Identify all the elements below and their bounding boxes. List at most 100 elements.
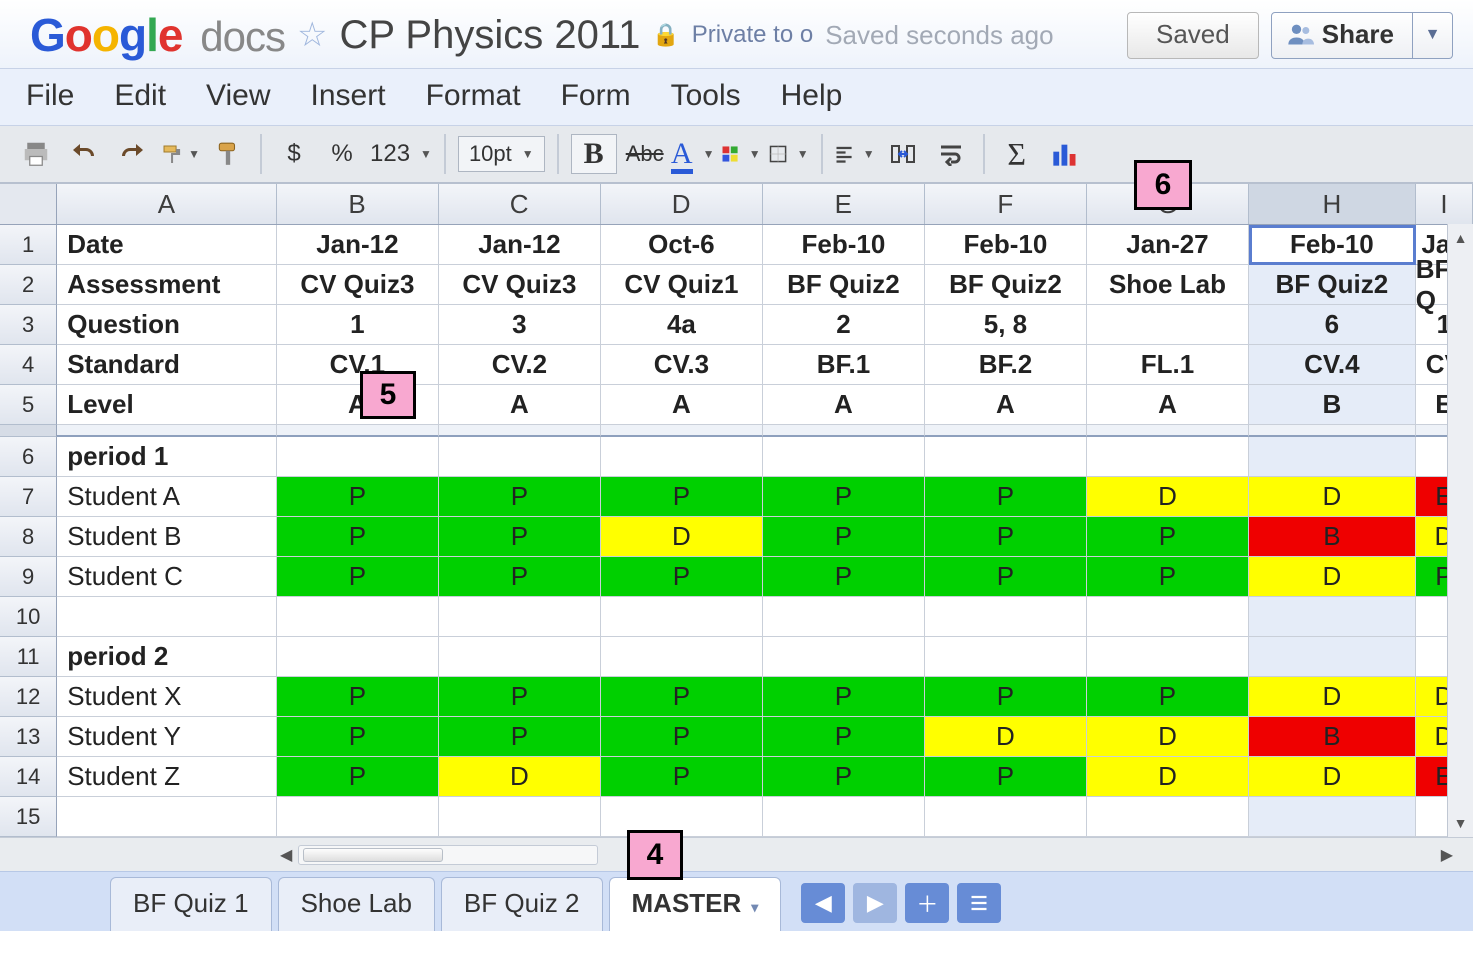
wrap-text-button[interactable]: [931, 134, 971, 174]
cell[interactable]: P: [925, 757, 1087, 797]
scroll-thumb[interactable]: [303, 848, 443, 862]
cell[interactable]: CV.2: [439, 345, 601, 385]
cell[interactable]: P: [277, 677, 439, 717]
cell[interactable]: D: [1249, 477, 1416, 517]
cell[interactable]: [1087, 637, 1249, 677]
cell[interactable]: Oct-6: [601, 225, 763, 265]
col-header-A[interactable]: A: [57, 184, 276, 224]
cell[interactable]: [1249, 797, 1416, 837]
cell[interactable]: [439, 597, 601, 637]
cell[interactable]: Student A: [57, 477, 277, 517]
row-header[interactable]: 12: [0, 677, 57, 717]
cell[interactable]: A: [439, 385, 601, 425]
paint-roller-icon[interactable]: [208, 134, 248, 174]
scroll-up-icon[interactable]: ▲: [1454, 230, 1468, 246]
cell[interactable]: [763, 637, 925, 677]
cell[interactable]: D: [925, 717, 1087, 757]
col-header-D[interactable]: D: [601, 184, 763, 224]
cell[interactable]: [763, 597, 925, 637]
saved-button[interactable]: Saved: [1127, 12, 1259, 59]
cell[interactable]: P: [439, 477, 601, 517]
menu-insert[interactable]: Insert: [311, 79, 386, 113]
cell[interactable]: Jan-12: [277, 225, 439, 265]
cell[interactable]: D: [1087, 757, 1249, 797]
cell[interactable]: P: [1087, 677, 1249, 717]
share-button[interactable]: Share: [1271, 12, 1413, 59]
all-sheets-button[interactable]: [957, 883, 1001, 923]
row-header[interactable]: 3: [0, 305, 57, 345]
row-header[interactable]: 8: [0, 517, 57, 557]
cell[interactable]: 2: [763, 305, 925, 345]
row-header[interactable]: 5: [0, 385, 57, 425]
cell[interactable]: [277, 597, 439, 637]
bold-button[interactable]: B: [571, 134, 617, 174]
cell[interactable]: Jan-27: [1087, 225, 1249, 265]
cell[interactable]: [277, 797, 439, 837]
cell[interactable]: [57, 797, 277, 837]
cell[interactable]: Shoe Lab: [1087, 265, 1249, 305]
row-header[interactable]: 6: [0, 437, 57, 477]
cell[interactable]: P: [763, 677, 925, 717]
strikethrough-button[interactable]: Abc: [625, 134, 665, 174]
cell[interactable]: [925, 597, 1087, 637]
row-header[interactable]: 2: [0, 265, 57, 305]
menu-tools[interactable]: Tools: [671, 79, 741, 113]
col-header-H[interactable]: H: [1249, 184, 1416, 224]
undo-icon[interactable]: [64, 134, 104, 174]
cell[interactable]: [1087, 797, 1249, 837]
cell[interactable]: A: [763, 385, 925, 425]
cell[interactable]: [763, 797, 925, 837]
row-header[interactable]: 4: [0, 345, 57, 385]
cell[interactable]: BF Quiz2: [925, 265, 1087, 305]
cell[interactable]: Standard: [57, 345, 277, 385]
cell[interactable]: [925, 797, 1087, 837]
cell[interactable]: [763, 437, 925, 477]
sheet-tab-active[interactable]: MASTER▾: [609, 877, 782, 931]
cell[interactable]: P: [277, 477, 439, 517]
cell[interactable]: Assessment: [57, 265, 277, 305]
cell[interactable]: A: [601, 385, 763, 425]
cell[interactable]: BF Quiz2: [763, 265, 925, 305]
cell[interactable]: Feb-10: [925, 225, 1087, 265]
row-header[interactable]: 7: [0, 477, 57, 517]
cell[interactable]: 5, 8: [925, 305, 1087, 345]
vertical-scrollbar[interactable]: ▲ ▼: [1447, 224, 1473, 837]
cell[interactable]: [1087, 597, 1249, 637]
col-header-C[interactable]: C: [439, 184, 601, 224]
merge-cells-button[interactable]: [883, 134, 923, 174]
cell[interactable]: [1249, 637, 1416, 677]
row-header[interactable]: 14: [0, 757, 57, 797]
freeze-handle[interactable]: [0, 425, 57, 437]
text-color-dropdown[interactable]: A▼: [673, 134, 713, 174]
cell[interactable]: [1087, 305, 1249, 345]
cell[interactable]: [601, 637, 763, 677]
cell[interactable]: P: [601, 757, 763, 797]
cell[interactable]: Feb-10: [763, 225, 925, 265]
cell[interactable]: Date: [57, 225, 277, 265]
cell[interactable]: P: [1087, 517, 1249, 557]
cell[interactable]: [439, 437, 601, 477]
col-header-I[interactable]: I: [1416, 184, 1473, 224]
sheet-tab[interactable]: BF Quiz 2: [441, 877, 603, 931]
cell[interactable]: D: [1249, 557, 1416, 597]
cell[interactable]: P: [601, 477, 763, 517]
percent-button[interactable]: %: [322, 134, 362, 174]
cell[interactable]: CV.4: [1249, 345, 1416, 385]
cell[interactable]: P: [439, 717, 601, 757]
cell[interactable]: D: [439, 757, 601, 797]
currency-button[interactable]: $: [274, 134, 314, 174]
functions-button[interactable]: Σ: [997, 134, 1037, 174]
cell[interactable]: P: [601, 717, 763, 757]
scroll-left-icon[interactable]: ◀: [280, 845, 292, 865]
cell[interactable]: P: [763, 517, 925, 557]
sheet-tab[interactable]: Shoe Lab: [278, 877, 435, 931]
cell[interactable]: Student X: [57, 677, 277, 717]
cell[interactable]: P: [1087, 557, 1249, 597]
tabnav-prev-button[interactable]: ◀: [801, 883, 845, 923]
select-all-corner[interactable]: [0, 184, 57, 224]
cell[interactable]: [925, 437, 1087, 477]
cell[interactable]: [1249, 597, 1416, 637]
cell[interactable]: P: [277, 517, 439, 557]
cell[interactable]: P: [925, 477, 1087, 517]
tabnav-next-button[interactable]: ▶: [853, 883, 897, 923]
